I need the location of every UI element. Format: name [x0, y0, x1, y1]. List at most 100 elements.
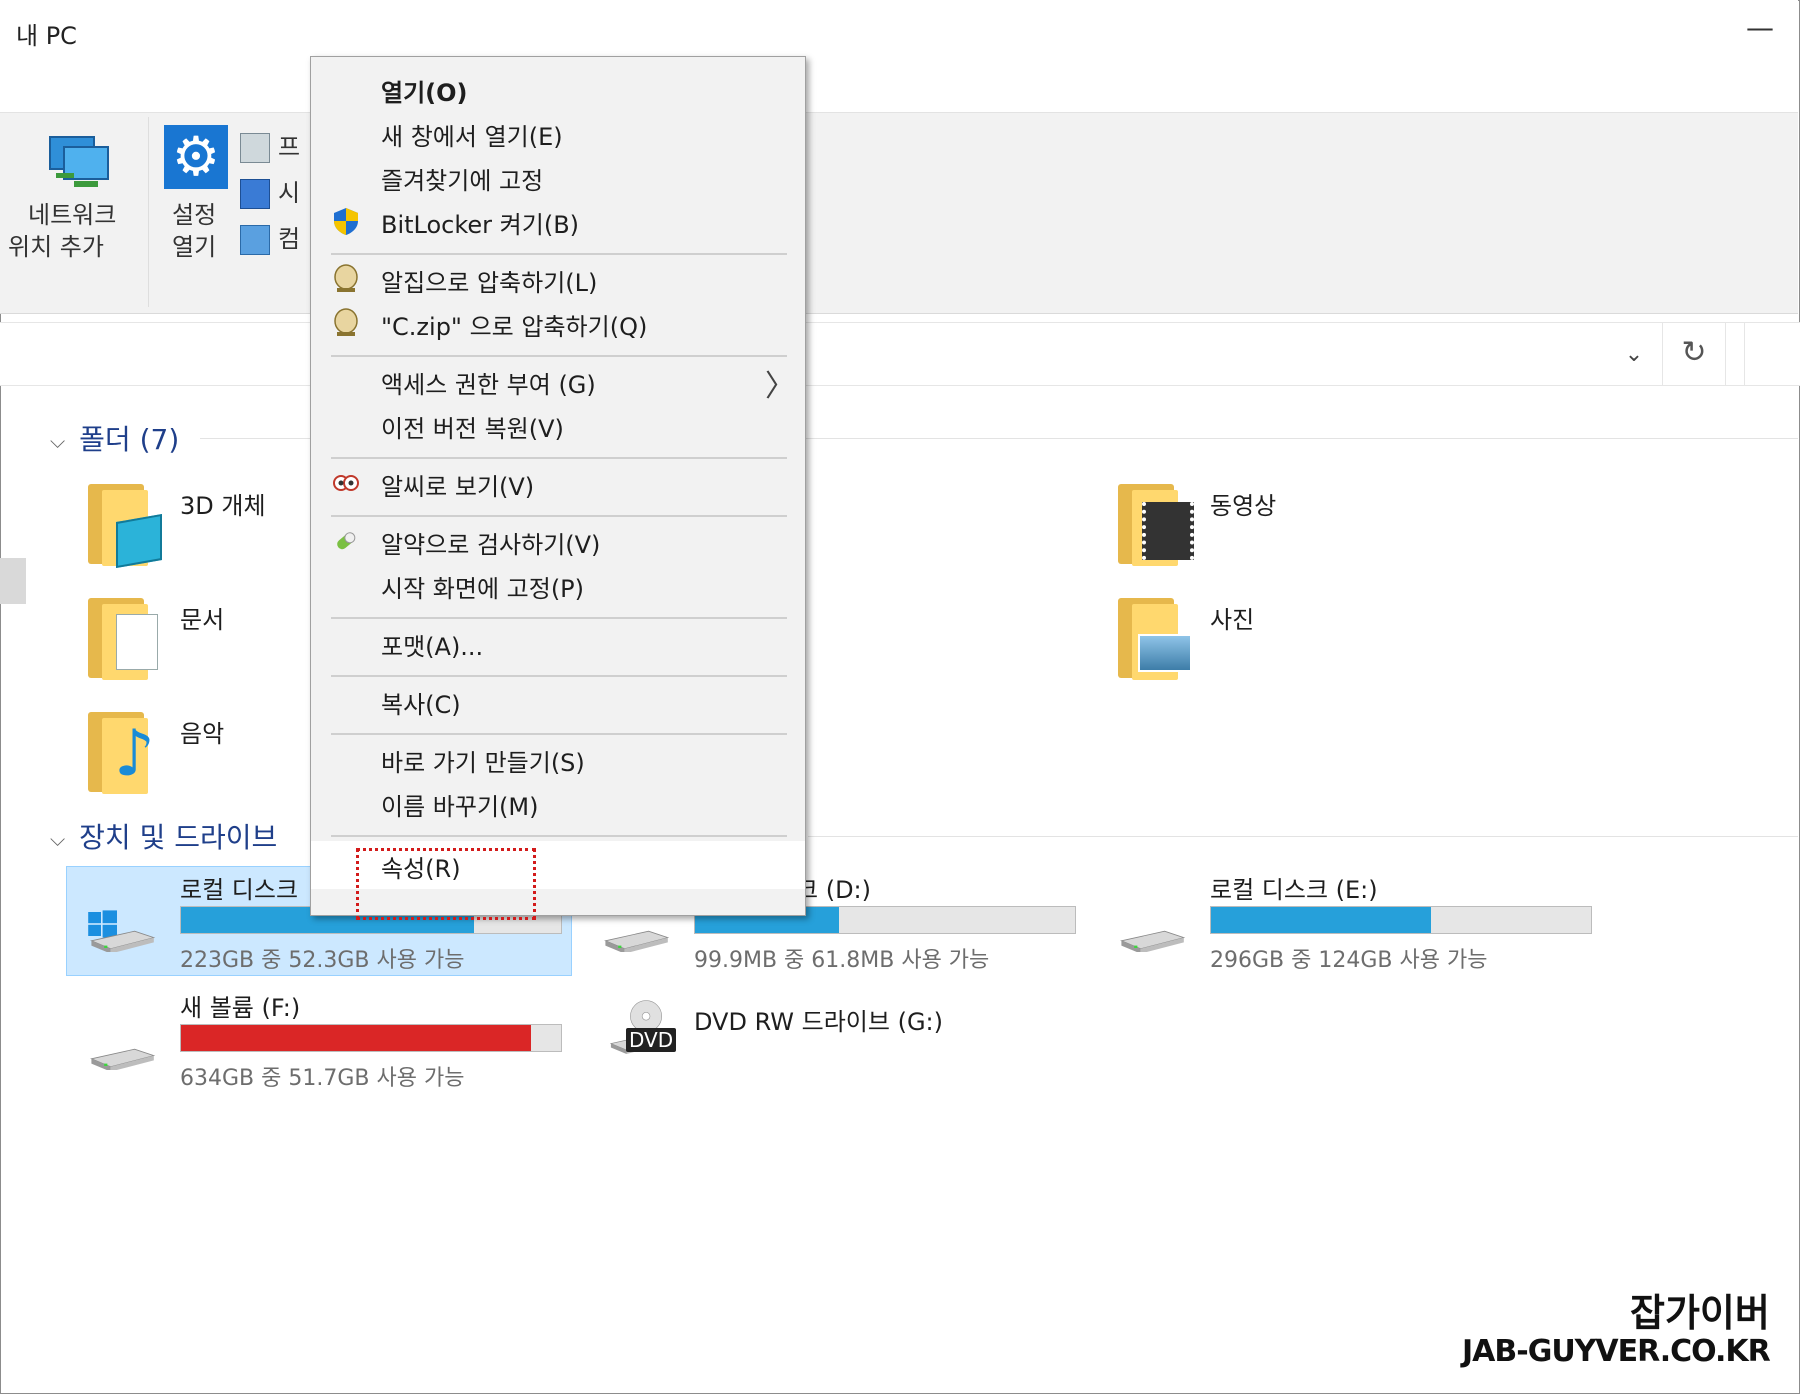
nav-pane-selected-item[interactable] [0, 558, 26, 604]
chevron-down-icon: ⌵ [50, 429, 66, 453]
drive-free-space: 634GB 중 51.7GB 사용 가능 [180, 1066, 465, 1091]
menu-separator [331, 515, 787, 517]
menu-item-restore-previous[interactable]: 이전 버전 복원(V) [311, 403, 805, 447]
menu-item-label: 바로 가기 만들기(S) [381, 749, 585, 777]
watermark-title: 잡가이버 [1630, 1291, 1770, 1335]
minimize-button[interactable]: — [1740, 8, 1780, 48]
hard-drive-icon [1120, 930, 1186, 952]
submenu-arrow-icon: 〉 [765, 369, 795, 404]
drive-usage-fill [1211, 907, 1432, 933]
menu-item-bitlocker[interactable]: BitLocker 켜기(B) [311, 199, 805, 243]
ribbon-separator [148, 117, 149, 307]
alzip-icon [334, 264, 358, 292]
windows-drive-icon [88, 910, 156, 952]
folder-label: 3D 개체 [180, 492, 266, 520]
section-divider [808, 836, 1798, 837]
ribbon-small-item-programs[interactable]: 프 [240, 127, 300, 167]
menu-item-pin-quick-access[interactable]: 즐겨찾기에 고정 [311, 155, 805, 199]
menu-item-pin-start[interactable]: 시작 화면에 고정(P) [311, 563, 805, 607]
menu-item-format[interactable]: 포맷(A)... [311, 621, 805, 665]
network-label-line2: 위치 추가 [8, 233, 104, 261]
drive-item-e[interactable]: 로컬 디스크 (E:) 296GB 중 124GB 사용 가능 [1100, 866, 1604, 974]
drive-free-space: 223GB 중 52.3GB 사용 가능 [180, 948, 465, 973]
menu-item-alsee-view[interactable]: 알씨로 보기(V) [311, 461, 805, 505]
menu-item-label: 알씨로 보기(V) [381, 473, 535, 501]
menu-separator [331, 733, 787, 735]
menu-item-label: 포맷(A)... [381, 633, 484, 661]
menu-separator [331, 355, 787, 357]
computer-management-icon [240, 225, 270, 255]
highlight-annotation-box [356, 848, 536, 920]
drive-free-space: 99.9MB 중 61.8MB 사용 가능 [694, 948, 990, 973]
shield-icon [334, 208, 358, 235]
chevron-down-icon: ⌵ [50, 827, 66, 851]
menu-item-create-shortcut[interactable]: 바로 가기 만들기(S) [311, 737, 805, 781]
drive-item-f[interactable]: 새 볼륨 (F:) 634GB 중 51.7GB 사용 가능 [66, 984, 570, 1092]
drive-usage-fill [181, 1025, 531, 1051]
address-bar[interactable]: ⌄ ↻ [0, 322, 1800, 386]
3d-objects-folder-icon [80, 476, 176, 572]
programs-icon [240, 133, 270, 163]
drive-name: 크 (D:) [796, 876, 872, 904]
menu-item-label: 복사(C) [381, 691, 461, 719]
dvd-badge: DVD [626, 1028, 677, 1052]
menu-item-open-new-window[interactable]: 새 창에서 열기(E) [311, 111, 805, 155]
menu-separator [331, 675, 787, 677]
address-dropdown-icon[interactable]: ⌄ [1606, 335, 1662, 375]
menu-item-copy[interactable]: 복사(C) [311, 679, 805, 723]
system-properties-icon [240, 179, 270, 209]
drive-name: 로컬 디스크 (E:) [1210, 876, 1378, 904]
drives-section-header[interactable]: ⌵ 장치 및 드라이브 [50, 816, 277, 856]
menu-separator [331, 253, 787, 255]
folders-section-header[interactable]: ⌵ 폴더 (7) [50, 418, 179, 458]
menu-item-label: 알집으로 압축하기(L) [381, 269, 598, 297]
context-menu: 열기(O) 새 창에서 열기(E) 즐겨찾기에 고정 BitLocker 켜기(… [310, 56, 806, 916]
settings-label-line2: 열기 [172, 233, 217, 261]
folder-item-pictures[interactable]: 사진 [1110, 590, 1410, 690]
menu-item-alyac-scan[interactable]: 알약으로 검사하기(V) [311, 519, 805, 563]
alyac-icon [337, 532, 356, 550]
menu-item-label: 알약으로 검사하기(V) [381, 531, 601, 559]
menu-item-give-access[interactable]: 액세스 권한 부여 (G) 〉 [311, 359, 805, 404]
menu-item-alzip-compress[interactable]: 알집으로 압축하기(L) [311, 257, 805, 301]
videos-folder-icon [1110, 476, 1206, 572]
network-monitor-icon [49, 136, 109, 187]
menu-separator [331, 457, 787, 459]
refresh-button[interactable]: ↻ [1662, 323, 1726, 385]
folders-section-title: 폴더 (7) [79, 423, 180, 456]
drive-name: DVD RW 드라이브 (G:) [694, 1008, 944, 1036]
search-input[interactable] [1744, 323, 1800, 385]
folder-label: 음악 [180, 720, 225, 748]
add-network-location-button[interactable]: 네트워크 위치 추가 [0, 113, 148, 309]
ribbon-small-item-label: 시 [278, 179, 301, 207]
ribbon-small-item-computer[interactable]: 컴 [240, 219, 300, 259]
menu-item-label: 시작 화면에 고정(P) [381, 575, 585, 603]
menu-item-label: BitLocker 켜기(B) [381, 211, 580, 239]
menu-separator [331, 835, 787, 837]
open-settings-button[interactable]: ⚙ 설정 열기 [158, 113, 234, 309]
menu-item-compress-to-zip[interactable]: "C.zip" 으로 압축하기(Q) [311, 301, 805, 345]
ribbon-small-item-label: 컴 [278, 225, 301, 253]
ribbon-small-item-label: 프 [278, 133, 301, 161]
music-folder-icon: ♪ [80, 704, 176, 800]
title-bar: 내 PC — [0, 0, 1798, 112]
drive-name: 새 볼륨 (F:) [180, 994, 301, 1022]
menu-item-rename[interactable]: 이름 바꾸기(M) [311, 781, 805, 825]
menu-separator [331, 617, 787, 619]
documents-folder-icon [80, 590, 176, 686]
menu-item-open[interactable]: 열기(O) [311, 67, 805, 111]
ribbon-small-item-system[interactable]: 시 [240, 173, 300, 213]
drive-item-g[interactable]: DVD DVD RW 드라이브 (G:) [584, 984, 1088, 1092]
menu-item-label: 이전 버전 복원(V) [381, 415, 564, 443]
settings-label-line1: 설정 [172, 201, 217, 229]
folder-item-videos[interactable]: 동영상 [1110, 476, 1410, 576]
menu-item-label: 즐겨찾기에 고정 [381, 167, 544, 195]
gear-icon: ⚙ [164, 125, 228, 189]
menu-item-label: 새 창에서 열기(E) [381, 123, 563, 151]
folder-label: 사진 [1210, 606, 1255, 634]
drive-free-space: 296GB 중 124GB 사용 가능 [1210, 948, 1488, 973]
pictures-folder-icon [1110, 590, 1206, 686]
alzip-icon [334, 308, 358, 336]
menu-item-label: "C.zip" 으로 압축하기(Q) [381, 313, 648, 341]
alsee-icon [333, 475, 359, 491]
